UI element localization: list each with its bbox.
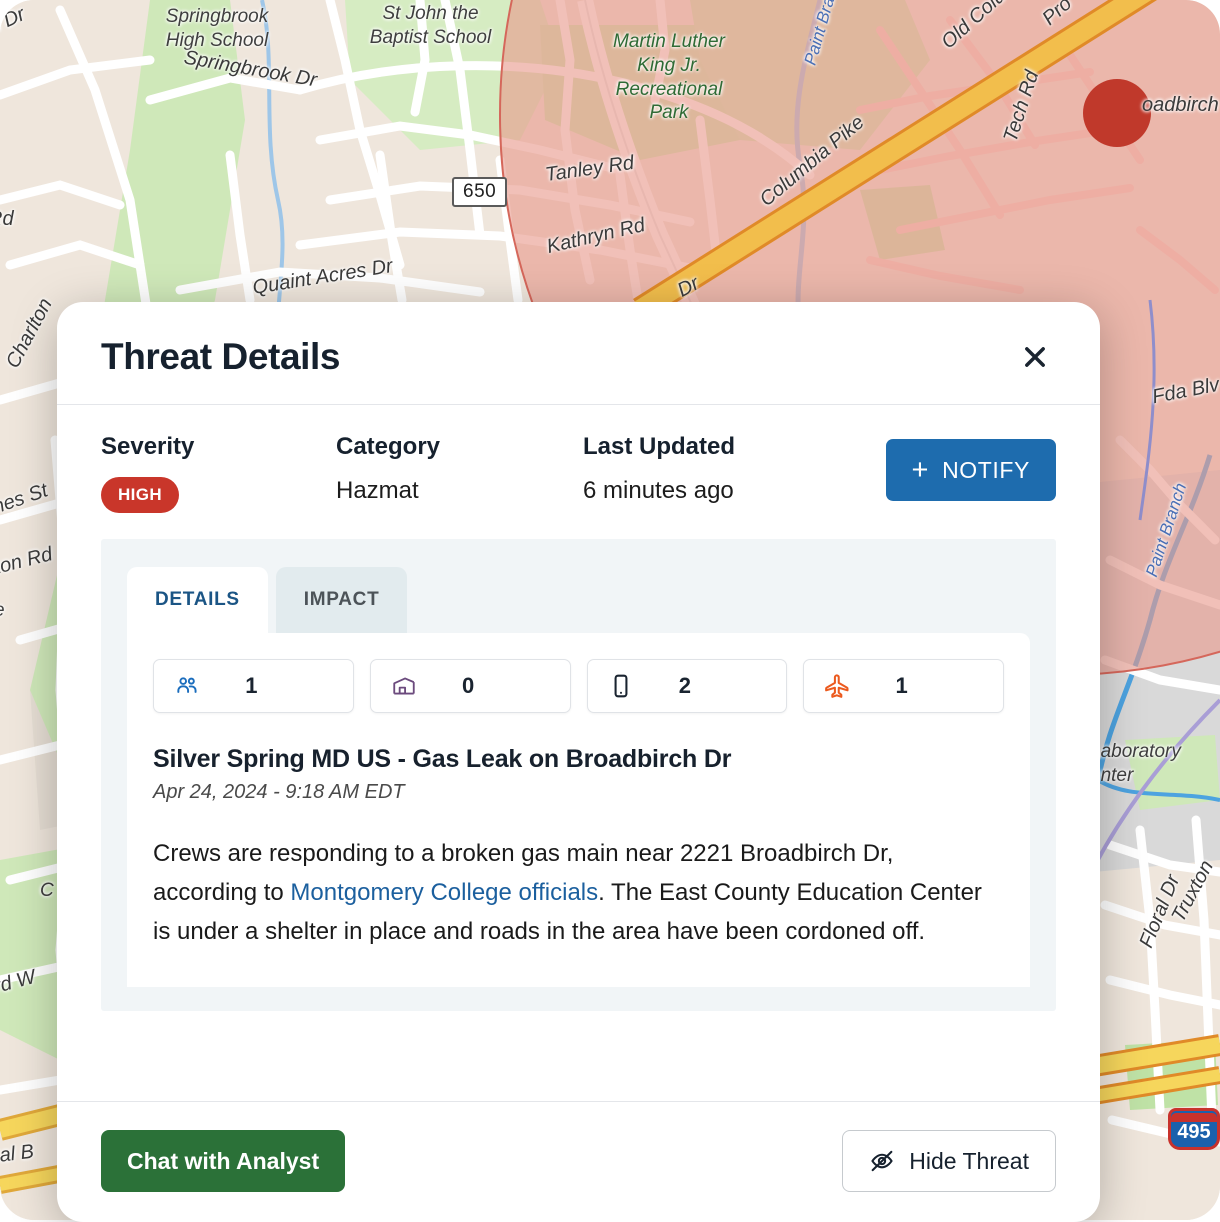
threat-details-dialog: Threat Details Severity HIGH Category Ha… [57, 302, 1100, 1222]
category-value: Hazmat [336, 477, 419, 504]
impact-stats-row: 1 0 2 1 [153, 659, 1004, 713]
facility-icon [389, 671, 419, 701]
stat-chip-mobile-device[interactable]: 2 [586, 659, 788, 713]
stat-value-people: 1 [245, 673, 258, 698]
last-updated-field: Last Updated 6 minutes ago [583, 433, 886, 505]
dialog-footer: Chat with Analyst Hide Threat [57, 1101, 1100, 1222]
hide-threat-button[interactable]: Hide Threat [842, 1130, 1056, 1192]
stat-value-airplane: 1 [895, 673, 908, 698]
plus-icon: + [911, 453, 930, 486]
threat-meta-row: Severity HIGH Category Hazmat Last Updat… [57, 405, 1100, 539]
category-field: Category Hazmat [336, 433, 583, 505]
stat-value-mobile-device: 2 [678, 673, 691, 698]
details-panel: DETAILS IMPACT 1 0 2 1 Silver Spring MD … [101, 539, 1056, 1012]
threat-marker [1083, 79, 1151, 147]
last-updated-value: 6 minutes ago [583, 477, 734, 504]
status-badge: HIGH [101, 477, 180, 513]
dialog-header: Threat Details [57, 302, 1100, 405]
category-label: Category [336, 433, 441, 460]
tab-bar: DETAILS IMPACT [127, 567, 1030, 633]
eye-off-icon [869, 1148, 895, 1174]
hide-threat-label: Hide Threat [909, 1147, 1029, 1174]
tab-details[interactable]: DETAILS [127, 567, 268, 633]
montgomery-college-link[interactable]: Montgomery College officials [290, 879, 598, 906]
airplane-icon [822, 671, 852, 701]
article-title: Silver Spring MD US - Gas Leak on Broadb… [153, 745, 732, 773]
close-icon[interactable] [1014, 336, 1056, 378]
route-shield-650: 650 [452, 177, 508, 207]
severity-field: Severity HIGH [101, 433, 336, 513]
article-date: Apr 24, 2024 - 9:18 AM EDT [153, 781, 405, 803]
severity-label: Severity [101, 433, 195, 460]
notify-button-label: NOTIFY [942, 456, 1030, 483]
tab-impact[interactable]: IMPACT [275, 567, 408, 633]
article-body: Crews are responding to a broken gas mai… [153, 834, 1004, 951]
interstate-shield-495: 495 [1168, 1108, 1220, 1150]
mobile-device-icon [606, 671, 636, 701]
details-tab-content: 1 0 2 1 Silver Spring MD US - Gas Leak o… [127, 633, 1030, 988]
stat-chip-airplane[interactable]: 1 [803, 659, 1004, 713]
page-title: Threat Details [101, 336, 341, 377]
chat-with-analyst-button[interactable]: Chat with Analyst [101, 1130, 346, 1192]
stat-chip-people[interactable]: 1 [153, 659, 354, 713]
last-updated-label: Last Updated [583, 433, 736, 460]
stat-chip-facility[interactable]: 0 [369, 659, 571, 713]
stat-value-facility: 0 [462, 673, 475, 698]
people-icon [172, 671, 202, 701]
notify-button[interactable]: + NOTIFY [885, 439, 1056, 501]
